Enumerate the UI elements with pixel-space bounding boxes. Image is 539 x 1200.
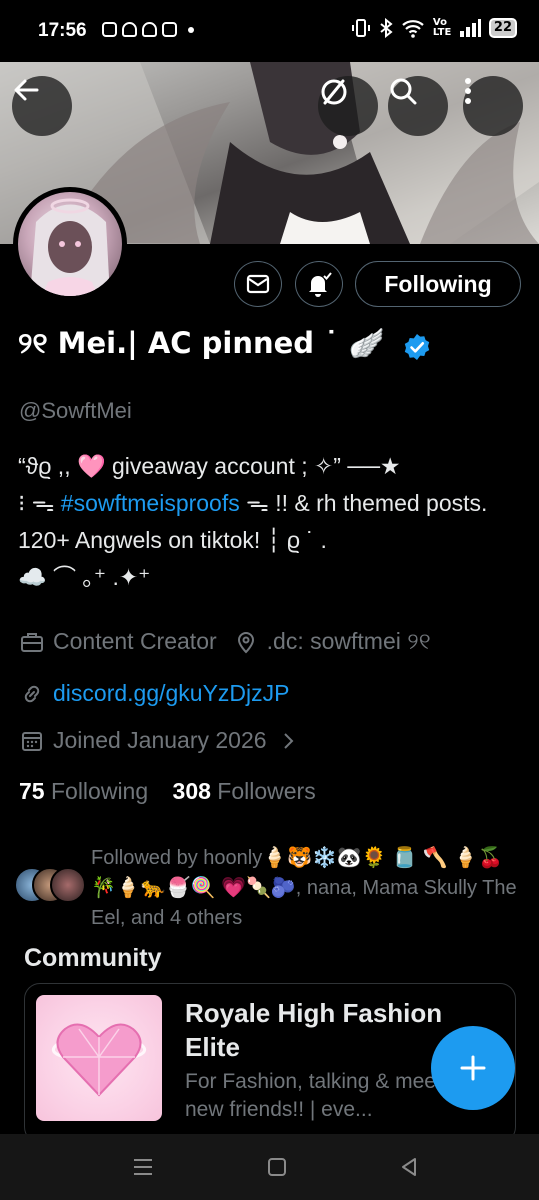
signal-icon [459, 19, 481, 37]
home-button[interactable] [262, 1154, 292, 1180]
more-options-button[interactable] [463, 76, 523, 136]
link-icon [19, 681, 45, 707]
wifi-icon [402, 20, 424, 38]
bluetooth-icon [380, 18, 393, 38]
profile-website[interactable]: discord.gg/gkuYzDjzJP [19, 680, 290, 707]
followers-stat[interactable]: 308 Followers [173, 778, 316, 804]
profile-bio: “ϑϱ ,, 🩷 giveaway account ; ✧” ──★ ⁝ ᯓ #… [18, 448, 523, 596]
status-bar: 17:56 Vo LTE 22 [0, 0, 539, 62]
follow-stats: 75 Following 308 Followers [19, 778, 316, 805]
search-icon [390, 78, 417, 105]
bio-text: ⁝ ᯓ [18, 490, 61, 516]
back-nav-button[interactable] [394, 1154, 424, 1180]
calendar-icon [19, 728, 45, 754]
vibrate-icon [351, 19, 370, 37]
briefcase-icon [19, 629, 45, 655]
followed-by-avatars[interactable] [14, 867, 88, 905]
bell-check-icon [309, 272, 332, 297]
block-button[interactable] [318, 76, 378, 136]
notifications-button[interactable] [295, 261, 343, 307]
followed-by-text[interactable]: Followed by hoonly🍦🐯❄️🐼🌻 🫙 🪓 🍦🍒🎋🍦🐆🍧🍭 💗🍡🫐… [91, 843, 521, 933]
plus-icon [460, 1055, 486, 1081]
website-link[interactable]: discord.gg/gkuYzDjzJP [53, 680, 290, 707]
following-label: Following [50, 778, 149, 804]
profile-category: Content Creator [53, 628, 217, 654]
arrow-left-icon [14, 79, 39, 101]
mail-icon [246, 274, 270, 294]
location-pin-icon [233, 629, 259, 655]
no-entry-icon [321, 79, 347, 105]
heart-icon [51, 1023, 147, 1097]
instagram-icon [162, 22, 177, 37]
bio-text: ☁️ ⌒ ｡⁺ .✦⁺ [18, 564, 151, 590]
profile-joined: Joined January 2026 [19, 727, 309, 754]
snapchat-icon [122, 22, 137, 37]
back-button[interactable] [12, 76, 72, 136]
compose-button[interactable] [431, 1026, 515, 1110]
following-stat[interactable]: 75 Following [19, 778, 148, 804]
square-icon [268, 1158, 286, 1176]
snapchat-icon [142, 22, 157, 37]
followers-count: 308 [172, 778, 211, 804]
more-vertical-icon [465, 78, 471, 104]
system-navigation-bar [0, 1134, 539, 1200]
triangle-back-icon [402, 1158, 416, 1176]
profile-location: .dc: sowftmei ୨୧ [266, 628, 431, 654]
instagram-icon [102, 22, 117, 37]
community-heading: Community [24, 944, 162, 972]
status-app-icons [102, 22, 194, 37]
avatar [50, 867, 86, 903]
network-label: Vo LTE [432, 17, 452, 38]
following-count: 75 [19, 778, 45, 804]
avatar-artwork [30, 198, 110, 296]
verified-badge-icon [404, 334, 430, 360]
joined-date: Joined January 2026 [53, 727, 267, 753]
status-time: 17:56 [38, 20, 87, 41]
bio-hashtag-link[interactable]: #sowftmeisproofs [61, 490, 240, 516]
chevron-right-icon[interactable] [275, 728, 301, 754]
status-system-icons: Vo LTE 22 [351, 18, 517, 38]
profile-avatar[interactable] [13, 187, 127, 301]
followers-label: Followers [217, 778, 316, 804]
notification-dot [188, 26, 194, 33]
menu-lines-icon [134, 1159, 152, 1175]
recent-apps-button[interactable] [128, 1154, 158, 1180]
display-name: ୨୧ Mei.| AC pinned ˙ 🪽 [18, 326, 385, 360]
profile-category-location: Content Creator .dc: sowftmei ୨୧ [19, 628, 431, 655]
bio-text: “ϑϱ ,, 🩷 giveaway account ; ✧” ──★ [18, 453, 401, 479]
message-button[interactable] [234, 261, 282, 307]
user-handle: @SowftMei [19, 398, 132, 423]
battery-icon: 22 [488, 18, 517, 38]
following-button[interactable]: Following [355, 261, 521, 307]
community-image [36, 995, 162, 1121]
search-button[interactable] [388, 76, 448, 136]
